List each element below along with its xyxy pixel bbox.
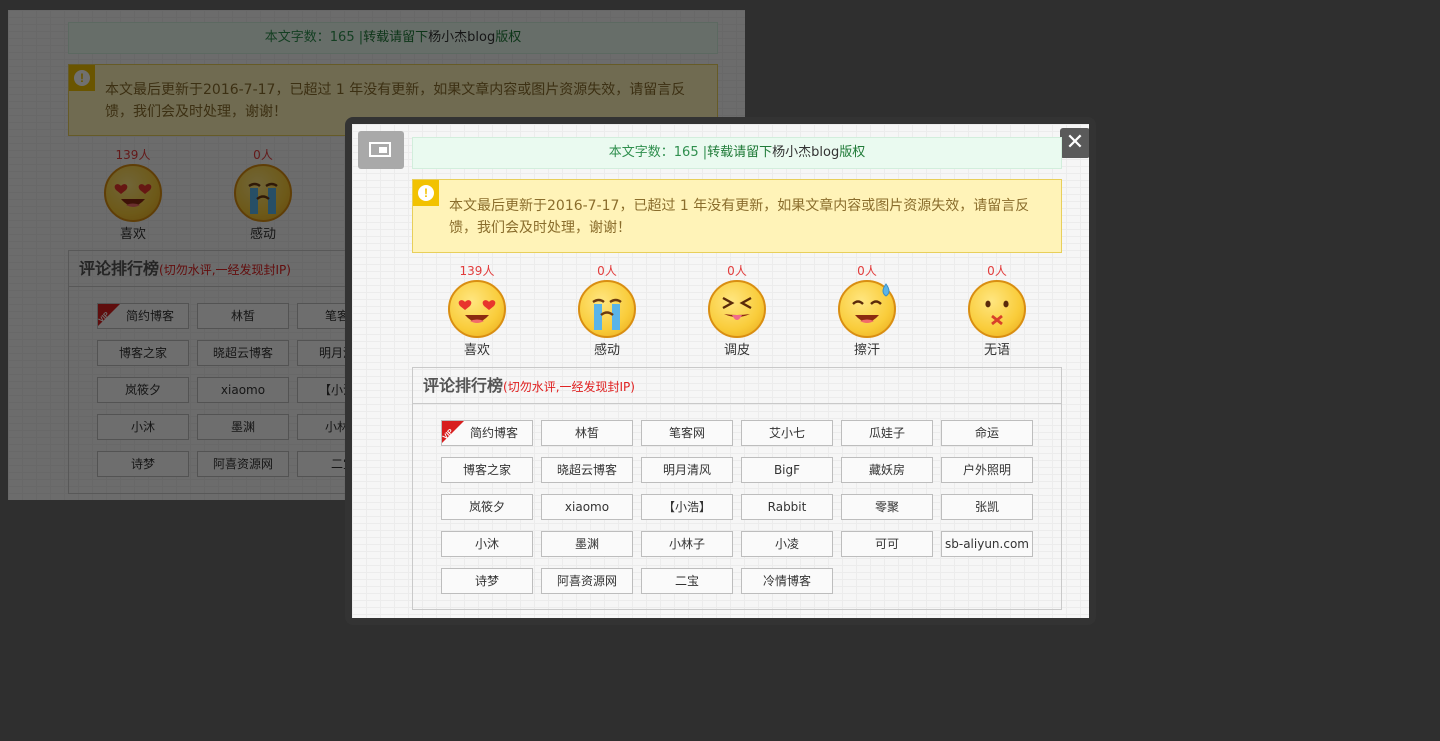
ranking-friend-link[interactable]: 可可 [841, 531, 933, 557]
ranking-friend-link[interactable]: 小凌 [741, 531, 833, 557]
modal-content: ✕ 本文字数：165 |转载请留下杨小杰blog版权 ! 本文最后更新于2016… [352, 124, 1089, 618]
ranking-friend-link[interactable]: 明月清风 [641, 457, 733, 483]
ranking-friend-link[interactable]: BigF [741, 457, 833, 483]
tongue-out-icon[interactable] [708, 280, 766, 338]
ranking-header: 评论排行榜(切勿水评,一经发现封IP) [413, 368, 1061, 404]
reaction-label: 无语 [983, 343, 1010, 358]
reaction-label: 感动 [593, 343, 620, 358]
ranking-friend-link[interactable]: 藏妖房 [841, 457, 933, 483]
ranking-friend-link[interactable]: 岚筱夕 [441, 494, 533, 520]
ranking-title: 评论排行榜 [423, 376, 504, 395]
wordcount-text: 本文字数：165 | [608, 145, 708, 160]
reaction-sweat-smile[interactable]: 0人擦汗 [802, 264, 932, 358]
ranking-subtitle: (切勿水评,一经发现封IP) [503, 380, 635, 394]
sweat-smile-icon[interactable] [838, 280, 896, 338]
ranking-friend-link[interactable]: VIP简约博客 [441, 420, 533, 446]
heart-eyes-icon[interactable] [448, 280, 506, 338]
ranking-friend-link[interactable]: 小林子 [641, 531, 733, 557]
reaction-crying[interactable]: 0人感动 [542, 264, 672, 358]
reaction-heart-eyes[interactable]: 139人喜欢 [412, 264, 542, 358]
reaction-label: 擦汗 [853, 343, 880, 358]
ranking-friend-link[interactable]: 冷情博客 [741, 568, 833, 594]
reaction-count: 0人 [727, 264, 747, 278]
reaction-speechless[interactable]: 0人无语 [932, 264, 1062, 358]
reaction-count: 0人 [857, 264, 877, 278]
ranking-friend-link[interactable]: 笔客网 [641, 420, 733, 446]
ranking-friend-link[interactable]: 晓超云博客 [541, 457, 633, 483]
ranking-friend-link[interactable]: 小沐 [441, 531, 533, 557]
reaction-label: 调皮 [723, 343, 750, 358]
fullscreen-toggle-icon [369, 142, 391, 157]
crying-icon[interactable] [578, 280, 636, 338]
ranking-friend-link[interactable]: xiaomo [541, 494, 633, 520]
article-preview-modal: ✕ 本文字数：165 |转载请留下杨小杰blog版权 ! 本文最后更新于2016… [345, 117, 1096, 625]
reaction-count: 0人 [597, 264, 617, 278]
reaction-label: 喜欢 [463, 343, 490, 358]
repost-notice-link[interactable]: 转载请留下 [707, 145, 772, 160]
ranking-friend-link[interactable]: 瓜娃子 [841, 420, 933, 446]
comment-ranking: 评论排行榜(切勿水评,一经发现封IP) VIP 简约博客 林皙 笔客网 艾小七 瓜娃子 命运… [412, 367, 1062, 610]
ranking-friend-link[interactable]: 命运 [941, 420, 1033, 446]
ranking-grid: VIP 简约博客 林皙 笔客网 艾小七 瓜娃子 命运博客之家 晓超云博客 明月清风 BigF 藏妖房… [441, 420, 1033, 594]
ranking-friend-link[interactable]: 林皙 [541, 420, 633, 446]
reaction-count: 0人 [987, 264, 1007, 278]
ranking-friend-link[interactable]: 诗梦 [441, 568, 533, 594]
update-notice: ! 本文最后更新于2016-7-17，已超过 1 年没有更新，如果文章内容或图片… [412, 179, 1062, 253]
ranking-friend-link[interactable]: 二宝 [641, 568, 733, 594]
ranking-friend-link[interactable]: 张凯 [941, 494, 1033, 520]
ranking-friend-link[interactable]: 墨渊 [541, 531, 633, 557]
copyright-text: 版权 [839, 145, 866, 160]
reaction-bar: 139人 喜欢 0人 感动 0人 调皮 0人 擦汗 0人 无语 [412, 264, 1062, 358]
wordcount-bar: 本文字数：165 |转载请留下杨小杰blog版权 [412, 137, 1062, 169]
reaction-count: 139人 [459, 264, 495, 278]
ranking-friend-link[interactable]: 博客之家 [441, 457, 533, 483]
ranking-friend-link[interactable]: 户外照明 [941, 457, 1033, 483]
ranking-friend-link[interactable]: 【小浩】 [641, 494, 733, 520]
ranking-friend-link[interactable]: 零聚 [841, 494, 933, 520]
reaction-tongue-out[interactable]: 0人调皮 [672, 264, 802, 358]
ranking-friend-link[interactable]: Rabbit [741, 494, 833, 520]
ranking-friend-link[interactable]: 阿喜资源网 [541, 568, 633, 594]
ranking-friend-link[interactable]: 艾小七 [741, 420, 833, 446]
warning-icon: ! [413, 180, 439, 206]
fullscreen-button[interactable] [358, 131, 404, 169]
ranking-friend-link[interactable]: sb-aliyun.com [941, 531, 1033, 557]
speechless-icon[interactable] [968, 280, 1026, 338]
update-notice-text: 本文最后更新于2016-7-17，已超过 1 年没有更新，如果文章内容或图片资源… [449, 198, 1030, 236]
blog-name[interactable]: 杨小杰blog [772, 145, 839, 160]
close-button[interactable]: ✕ [1060, 128, 1089, 158]
